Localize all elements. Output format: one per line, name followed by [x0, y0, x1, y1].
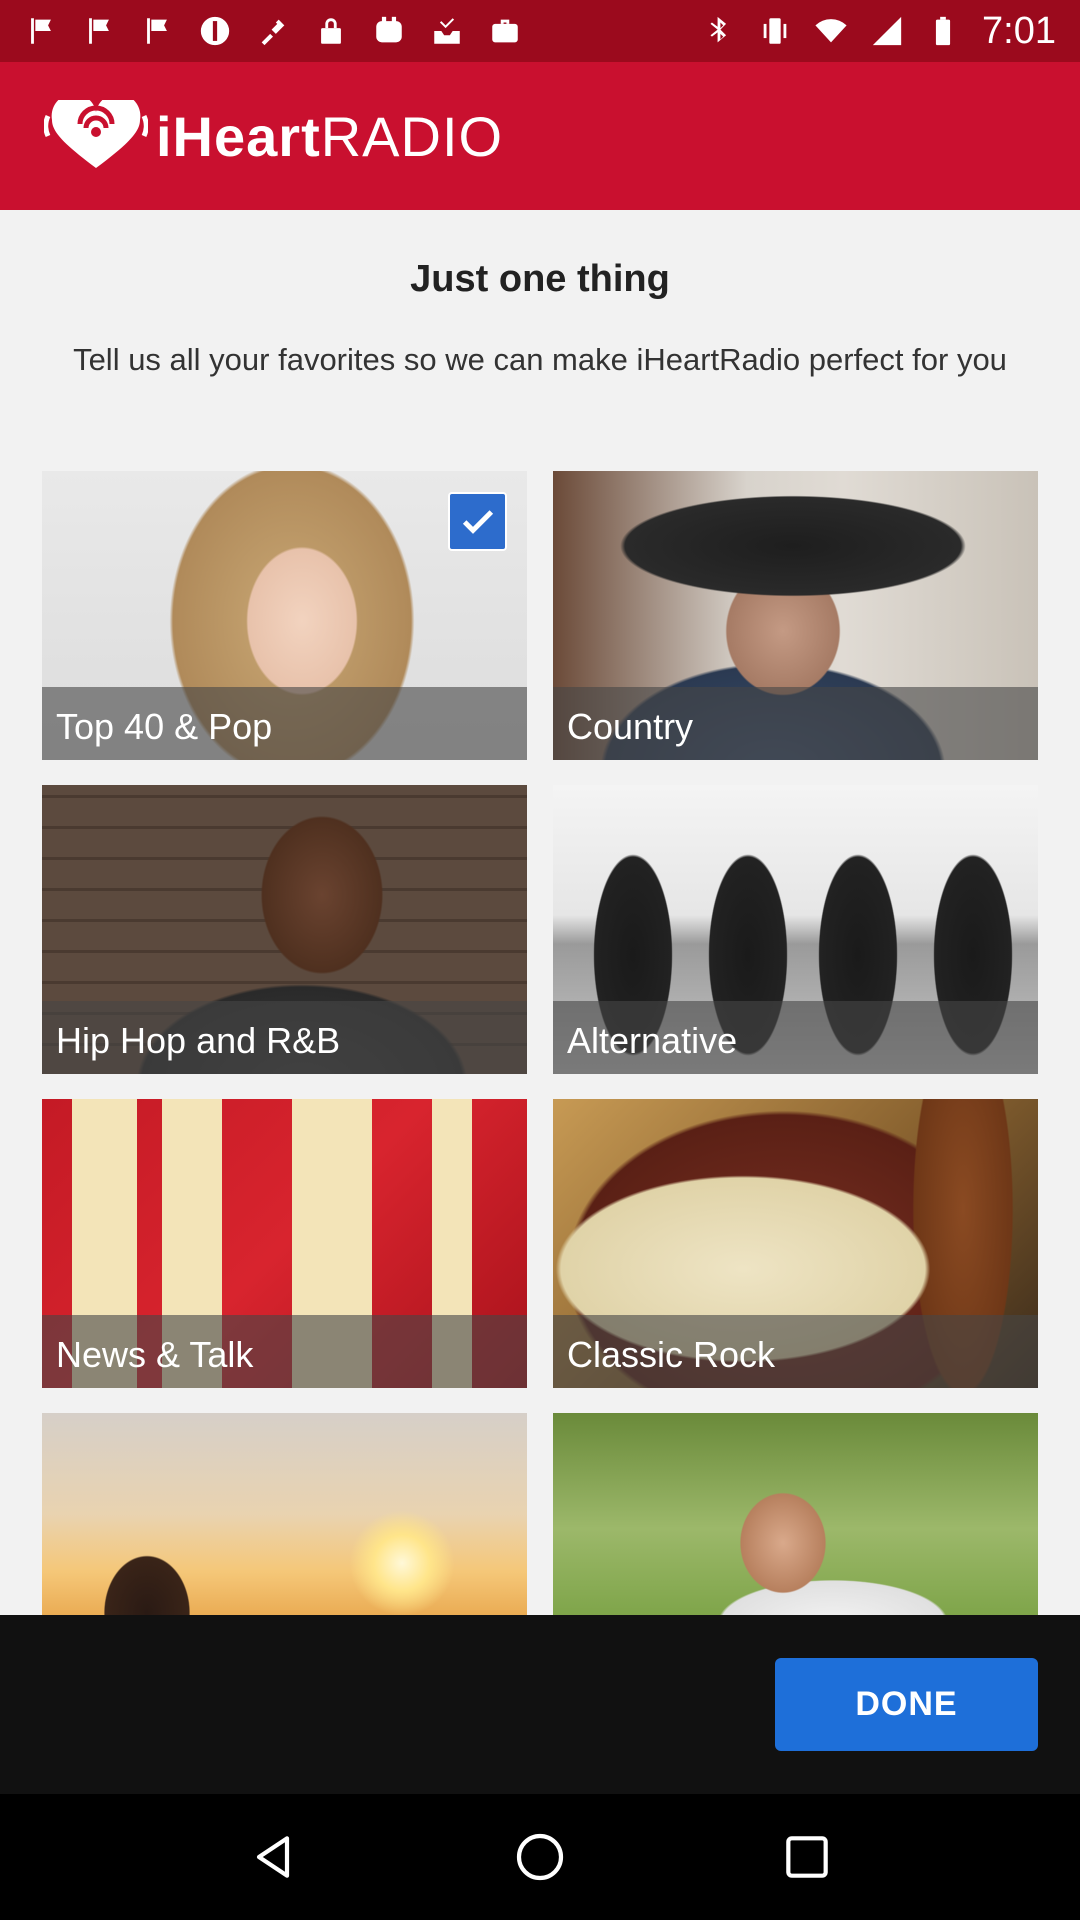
- wifi-icon: [814, 14, 848, 48]
- heart-icon: [44, 100, 148, 168]
- genre-tile-country[interactable]: Country: [553, 471, 1038, 760]
- checkmark-icon: [462, 509, 493, 534]
- fake-gps-icon: [256, 14, 290, 48]
- lock-icon: [314, 14, 348, 48]
- genre-tile-alternative[interactable]: Alternative: [553, 785, 1038, 1074]
- flag-icon: [82, 14, 116, 48]
- brand-header: iHeartRADIO: [0, 62, 1080, 210]
- flag-icon: [140, 14, 174, 48]
- genre-tile-classic-rock[interactable]: Classic Rock: [553, 1099, 1038, 1388]
- iheartradio-logo: iHeartRADIO: [44, 100, 503, 172]
- genre-tile-relax[interactable]: [553, 1413, 1038, 1615]
- selected-checkbox[interactable]: [448, 492, 507, 551]
- genre-tile-news-talk[interactable]: News & Talk: [42, 1099, 527, 1388]
- no-entry-icon: [198, 14, 232, 48]
- done-button[interactable]: DONE: [775, 1658, 1038, 1751]
- genre-tile-hiphop-rnb[interactable]: Hip Hop and R&B: [42, 785, 527, 1074]
- genre-label: News & Talk: [56, 1334, 254, 1375]
- back-icon[interactable]: [243, 1827, 303, 1887]
- bluetooth-icon: [702, 14, 736, 48]
- genre-label: Classic Rock: [567, 1334, 776, 1375]
- page-subtitle: Tell us all your favorites so we can mak…: [73, 342, 1007, 377]
- system-icons: 7:01: [702, 10, 1056, 53]
- recents-icon[interactable]: [777, 1827, 837, 1887]
- genre-label: Country: [567, 706, 694, 747]
- flag-icon: [24, 14, 58, 48]
- inbox-icon: [430, 14, 464, 48]
- genre-tile-sunset[interactable]: [42, 1413, 527, 1615]
- briefcase-icon: [488, 14, 522, 48]
- app-icon: [372, 14, 406, 48]
- vibrate-icon: [758, 14, 792, 48]
- genre-image: [42, 1413, 527, 1615]
- signal-icon: [870, 14, 904, 48]
- genre-label: Top 40 & Pop: [56, 706, 273, 747]
- genre-image: [553, 1413, 1038, 1615]
- clock: 7:01: [982, 9, 1056, 52]
- bottom-action-bar: DONE: [0, 1615, 1080, 1794]
- genre-label: Hip Hop and R&B: [56, 1020, 341, 1061]
- genre-picker: Just one thing Tell us all your favorite…: [0, 210, 1080, 1615]
- status-bar: 7:01: [0, 0, 1080, 62]
- notification-icons: [24, 14, 522, 48]
- genre-tile-top40-pop[interactable]: Top 40 & Pop: [42, 471, 527, 760]
- page-title: Just one thing: [410, 258, 670, 300]
- genre-label: Alternative: [567, 1020, 738, 1061]
- home-icon[interactable]: [510, 1827, 570, 1887]
- navigation-bar: [0, 1794, 1080, 1920]
- logo-text: iHeartRADIO: [156, 104, 504, 168]
- battery-icon: [926, 14, 960, 48]
